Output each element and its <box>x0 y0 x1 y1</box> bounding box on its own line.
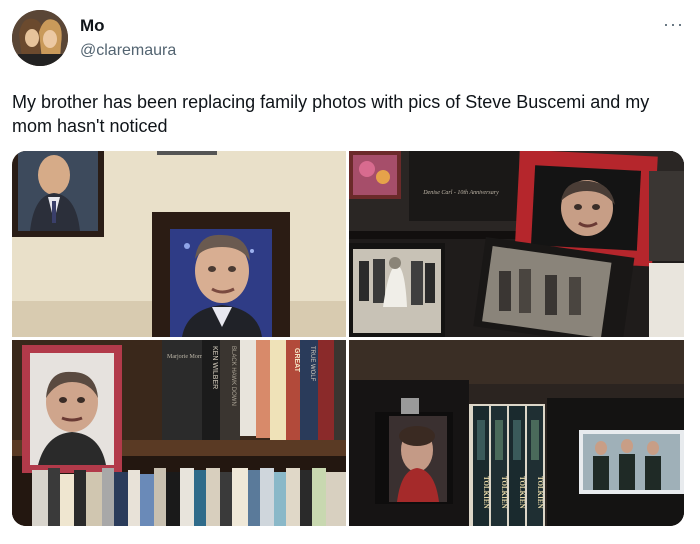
tweet-text: My brother has been replacing family pho… <box>12 92 650 136</box>
author-handle[interactable]: @claremaura <box>80 42 176 60</box>
album-caption: Denise Carl - 10th Anniversary <box>422 190 499 196</box>
book-spine-1: TOLKIEN <box>482 476 490 509</box>
book-title-5: TRUE WOLF <box>309 346 315 382</box>
book-title-2: KEN WILBER <box>211 346 218 389</box>
shelf-frames-illustration: Denise Carl - 10th Anniversary <box>349 151 684 337</box>
more-options-icon[interactable]: ··· <box>663 14 684 35</box>
wall-frames-illustration <box>12 151 346 337</box>
avatar[interactable] <box>12 10 68 66</box>
book-title-4: GREAT <box>293 348 300 373</box>
book-spine-4: TOLKIEN <box>536 476 544 509</box>
media-photo-1[interactable] <box>12 151 346 337</box>
bookshelf-illustration: Marjorie Morningstar KEN WILBER BLACK HA… <box>12 340 346 526</box>
book-spine-2: TOLKIEN <box>500 476 508 509</box>
book-spine-3: TOLKIEN <box>518 476 526 509</box>
media-photo-4[interactable]: TOLKIEN TOLKIEN TOLKIEN TOLKIEN <box>349 340 684 526</box>
tolkien-shelf-illustration: TOLKIEN TOLKIEN TOLKIEN TOLKIEN <box>349 340 684 526</box>
avatar-photo <box>12 10 68 66</box>
book-title-3: BLACK HAWK DOWN <box>230 346 236 406</box>
media-grid[interactable]: Denise Carl - 10th Anniversary Marjorie … <box>12 151 684 526</box>
author-name[interactable]: Mo <box>80 16 105 36</box>
media-photo-3[interactable]: Marjorie Morningstar KEN WILBER BLACK HA… <box>12 340 346 526</box>
media-photo-2[interactable]: Denise Carl - 10th Anniversary <box>349 151 684 337</box>
